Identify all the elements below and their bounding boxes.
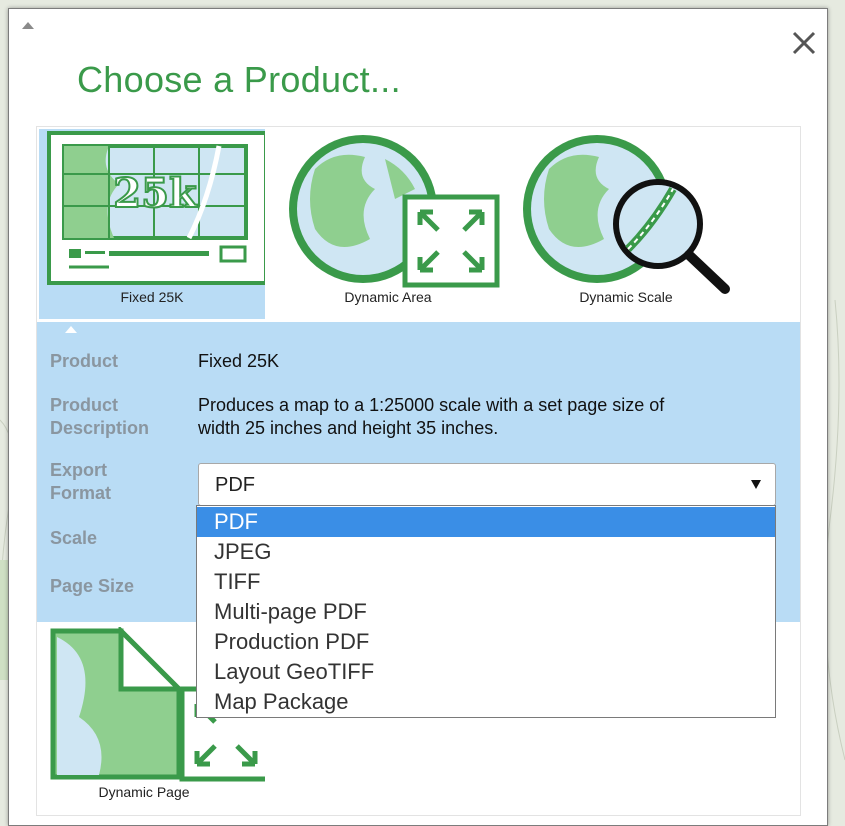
option-production-pdf[interactable]: Production PDF [197, 627, 775, 657]
description-line1: Produces a map to a 1:25000 scale with a… [198, 395, 665, 415]
collapse-caret-icon[interactable] [22, 22, 34, 29]
product-label: Dynamic Page [98, 784, 190, 800]
option-layout-geotiff[interactable]: Layout GeoTIFF [197, 657, 775, 687]
dropdown-arrow-icon [751, 480, 761, 489]
product-value: Fixed 25K [198, 351, 280, 371]
export-format-select[interactable]: PDF [198, 463, 776, 506]
export-format-selected-value: PDF [215, 474, 255, 496]
product-tile-fixed-25k[interactable]: 25k Fixed 25K [39, 129, 265, 319]
product-field-label: Product [50, 351, 119, 371]
description-label-line2: Description [50, 418, 150, 438]
product-label: Fixed 25K [120, 289, 184, 305]
dialog-title: Choose a Product... [77, 59, 401, 100]
description-label-line1: Product [50, 395, 119, 415]
export-format-dropdown-list: PDF JPEG TIFF Multi-page PDF Production … [196, 505, 776, 718]
export-format-label-line2: Format [50, 483, 112, 503]
scale-label: Scale [50, 528, 98, 548]
option-tiff[interactable]: TIFF [197, 567, 775, 597]
option-map-package[interactable]: Map Package [197, 687, 775, 717]
selection-caret-icon [65, 326, 77, 333]
svg-text:25k: 25k [113, 170, 198, 217]
product-label: Dynamic Area [344, 289, 432, 305]
description-line2: width 25 inches and height 35 inches. [198, 418, 499, 438]
product-label: Dynamic Scale [579, 289, 673, 305]
option-pdf[interactable]: PDF [197, 507, 775, 537]
product-tile-dynamic-scale[interactable]: Dynamic Scale [513, 129, 739, 319]
option-jpeg[interactable]: JPEG [197, 537, 775, 567]
option-multi-page-pdf[interactable]: Multi-page PDF [197, 597, 775, 627]
close-icon[interactable] [790, 25, 826, 61]
product-tile-dynamic-area[interactable]: Dynamic Area [275, 129, 501, 319]
export-format-label-line1: Export [50, 460, 108, 480]
page-size-label: Page Size [50, 576, 135, 596]
